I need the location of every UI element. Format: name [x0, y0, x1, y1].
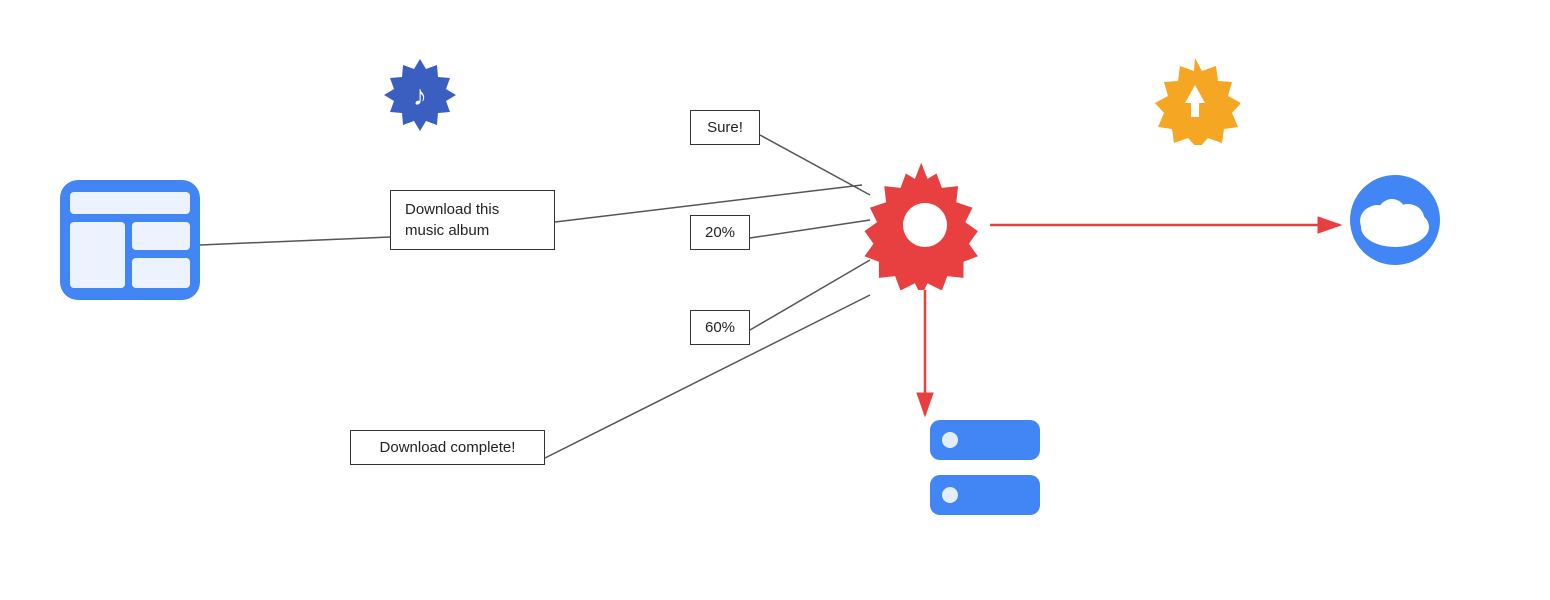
- server-block-1: [930, 420, 1040, 460]
- progress-60-box: 60%: [690, 310, 750, 345]
- svg-text:♪: ♪: [413, 80, 427, 111]
- server-dot-2: [942, 487, 958, 503]
- download-request-text: Download this music album: [405, 201, 499, 239]
- diagram-container: ♪ Download this music album Sure! 20% 60…: [0, 0, 1550, 600]
- progress-20-text: 20%: [705, 224, 735, 241]
- gear-icon: [860, 160, 990, 290]
- cloud-icon: [1340, 175, 1450, 265]
- download-badge-icon: [1150, 55, 1240, 145]
- browser-icon: [60, 180, 200, 300]
- complete-text: Download complete!: [380, 439, 516, 456]
- music-badge-icon: ♪: [380, 55, 460, 135]
- connections-svg: [0, 0, 1550, 600]
- sure-text: Sure!: [707, 119, 743, 136]
- server-block-2: [930, 475, 1040, 515]
- server-dot-1: [942, 432, 958, 448]
- progress-60-text: 60%: [705, 319, 735, 336]
- complete-message-box: Download complete!: [350, 430, 545, 465]
- sure-message-box: Sure!: [690, 110, 760, 145]
- progress-20-box: 20%: [690, 215, 750, 250]
- download-request-box: Download this music album: [390, 190, 555, 250]
